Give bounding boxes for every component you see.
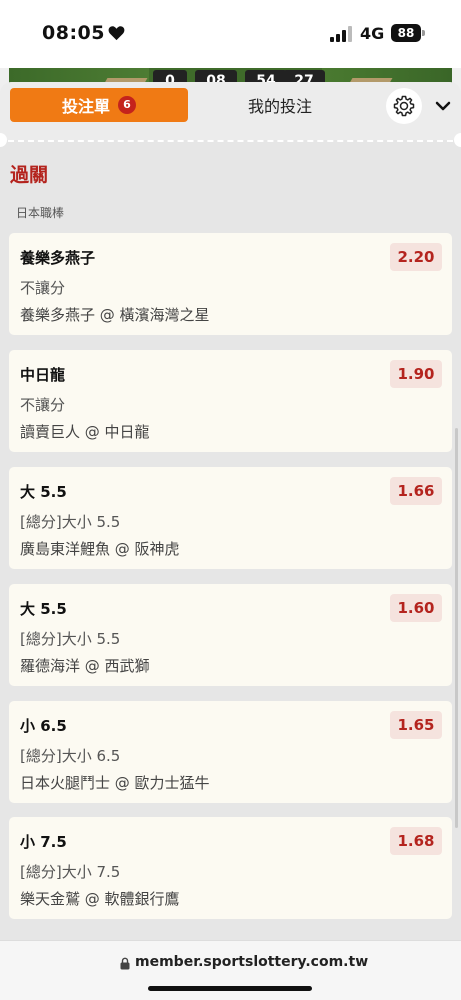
tab-my-bets[interactable]: 我的投注	[220, 88, 340, 122]
bet-market: 不讓分	[20, 396, 66, 414]
bet-selection: 養樂多燕子	[20, 249, 96, 267]
bet-selection: 中日龍	[20, 366, 66, 384]
status-time: 08:05	[42, 22, 105, 44]
bet-market: [總分]大小 6.5	[20, 747, 121, 765]
tab-bet-slip[interactable]: 投注單 6	[10, 88, 188, 122]
ticket-notch-right	[454, 133, 461, 147]
bet-count-badge: 6	[118, 96, 136, 114]
battery-cap	[422, 30, 425, 36]
gear-icon	[393, 95, 415, 117]
odds-badge: 1.66	[390, 477, 442, 505]
lock-icon	[120, 957, 130, 970]
chevron-down-icon[interactable]	[432, 95, 454, 117]
bet-card[interactable]: 小 6.5 1.65 [總分]大小 6.5 日本火腿鬥士 @ 歐力士猛牛	[9, 701, 452, 803]
network-label: 4G	[360, 24, 385, 43]
tabs-header: 投注單 6 我的投注	[0, 82, 461, 140]
odds-badge: 1.68	[390, 827, 442, 855]
bet-match: 樂天金鷲 @ 軟體銀行鷹	[20, 890, 180, 908]
bet-match: 讀賣巨人 @ 中日龍	[20, 423, 150, 441]
bet-card[interactable]: 大 5.5 1.60 [總分]大小 5.5 羅德海洋 @ 西武獅	[9, 584, 452, 686]
bet-market: 不讓分	[20, 279, 66, 297]
bet-selection: 小 6.5	[20, 717, 67, 735]
bet-selection: 大 5.5	[20, 483, 67, 501]
odds-badge: 1.65	[390, 711, 442, 739]
league-label: 日本職棒	[16, 206, 65, 220]
bet-match: 廣島東洋鯉魚 @ 阪神虎	[20, 540, 180, 558]
battery-icon: 88	[391, 24, 421, 42]
bet-card[interactable]: 中日龍 1.90 不讓分 讀賣巨人 @ 中日龍	[9, 350, 452, 452]
signal-icon	[330, 26, 352, 42]
bet-match: 日本火腿鬥士 @ 歐力士猛牛	[20, 774, 210, 792]
bet-card[interactable]: 小 7.5 1.68 [總分]大小 7.5 樂天金鷲 @ 軟體銀行鷹	[9, 817, 452, 919]
bet-card[interactable]: 大 5.5 1.66 [總分]大小 5.5 廣島東洋鯉魚 @ 阪神虎	[9, 467, 452, 569]
url-text: member.sportslottery.com.tw	[135, 954, 369, 970]
tab-my-bets-label: 我的投注	[247, 97, 312, 116]
scrollbar[interactable]	[455, 428, 458, 828]
bet-card[interactable]: 養樂多燕子 2.20 不讓分 養樂多燕子 @ 橫濱海灣之星	[9, 233, 452, 335]
divider	[8, 140, 453, 142]
tab-bet-slip-label: 投注單	[61, 97, 110, 116]
home-indicator[interactable]	[148, 986, 312, 991]
bet-selection: 小 7.5	[20, 833, 67, 851]
bet-match: 羅德海洋 @ 西武獅	[20, 657, 150, 675]
heart-icon	[108, 26, 125, 41]
section-title: 過關	[10, 164, 49, 186]
browser-url-bar[interactable]: member.sportslottery.com.tw	[0, 940, 461, 1000]
bet-selection: 大 5.5	[20, 600, 67, 618]
status-bar: 08:05 4G 88	[0, 0, 461, 68]
settings-button[interactable]	[386, 88, 422, 124]
odds-badge: 1.90	[390, 360, 442, 388]
bet-market: [總分]大小 5.5	[20, 630, 121, 648]
bet-market: [總分]大小 5.5	[20, 513, 121, 531]
bet-market: [總分]大小 7.5	[20, 863, 121, 881]
bet-match: 養樂多燕子 @ 橫濱海灣之星	[20, 306, 210, 324]
bet-slip-panel: 投注單 6 我的投注 過關 日本職棒 養樂多燕子 2.20 不讓分 養樂多燕子 …	[0, 82, 461, 940]
odds-badge: 1.60	[390, 594, 442, 622]
odds-badge: 2.20	[390, 243, 442, 271]
